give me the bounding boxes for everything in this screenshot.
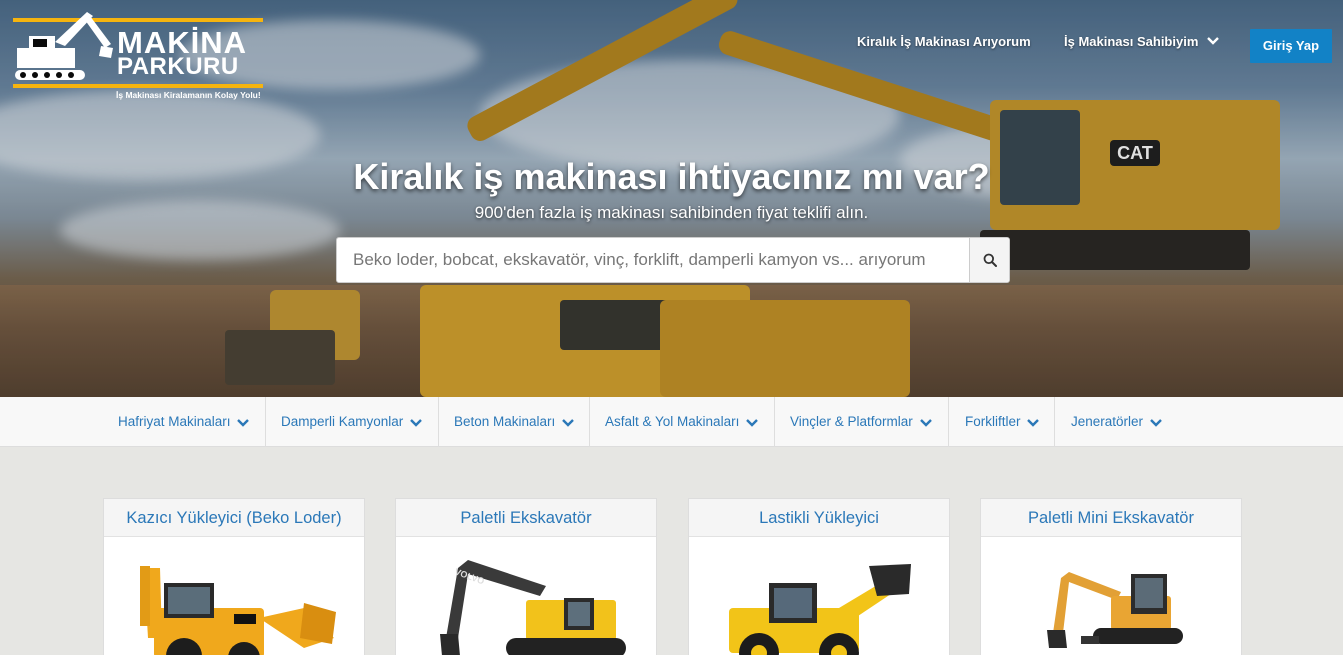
search-input[interactable] (337, 238, 969, 282)
logo-text-line2: PARKURU (117, 53, 239, 80)
chevron-down-icon (1207, 37, 1219, 45)
chevron-down-icon (1027, 419, 1040, 427)
brand-logo[interactable]: MAKİNA PARKURU İş Makinası Kiralamanın K… (13, 8, 265, 104)
category-label: Forkliftler (965, 414, 1021, 429)
category-damperli[interactable]: Damperli Kamyonlar (281, 397, 422, 447)
nav-link-looking-for-machine[interactable]: Kiralık İş Makinası Arıyorum (857, 34, 1031, 49)
hero-subtitle: 900'den fazla iş makinası sahibinden fiy… (474, 203, 869, 222)
machine-card-backhoe[interactable]: Kazıcı Yükleyici (Beko Loder) (103, 498, 365, 655)
category-hafriyat[interactable]: Hafriyat Makinaları (118, 397, 250, 447)
category-divider (265, 397, 266, 447)
category-label: Hafriyat Makinaları (118, 414, 231, 429)
search-bar (336, 237, 1010, 283)
category-label: Vinçler & Platformlar (790, 414, 913, 429)
backhoe-loader-image[interactable] (104, 538, 364, 655)
category-divider (589, 397, 590, 447)
chevron-down-icon (1149, 419, 1162, 427)
machine-card-wheel-loader[interactable]: Lastikli Yükleyici (688, 498, 950, 655)
category-divider (438, 397, 439, 447)
nav-link-machine-owner[interactable]: İş Makinası Sahibiyim (1064, 34, 1219, 49)
card-title[interactable]: Paletli Mini Ekskavatör (981, 499, 1241, 537)
category-nav: Hafriyat Makinaları Damperli Kamyonlar B… (0, 397, 1343, 447)
chevron-down-icon (919, 419, 932, 427)
category-jenerator[interactable]: Jeneratörler (1071, 397, 1162, 447)
category-divider (1054, 397, 1055, 447)
category-label: Beton Makinaları (454, 414, 556, 429)
card-title[interactable]: Kazıcı Yükleyici (Beko Loder) (104, 499, 364, 537)
login-button[interactable]: Giriş Yap (1250, 29, 1332, 63)
mini-excavator-image[interactable] (981, 538, 1241, 655)
excavator-logo-icon (15, 12, 113, 80)
nav-link-label: İş Makinası Sahibiyim (1064, 34, 1199, 49)
category-label: Damperli Kamyonlar (281, 414, 404, 429)
machine-card-mini-excavator[interactable]: Paletli Mini Ekskavatör (980, 498, 1242, 655)
nav-link-label: Kiralık İş Makinası Arıyorum (857, 34, 1031, 49)
wheel-loader-image[interactable] (689, 538, 949, 655)
chevron-down-icon (410, 419, 422, 427)
category-divider (948, 397, 949, 447)
machine-card-tracked-excavator[interactable]: Paletli Ekskavatör VOLVO (395, 498, 657, 655)
chevron-down-icon (237, 419, 250, 427)
chevron-down-icon (746, 419, 758, 427)
category-label: Asfalt & Yol Makinaları (605, 414, 740, 429)
hero-title: Kiralık iş makinası ihtiyacınız mı var? (353, 156, 990, 197)
search-button[interactable] (969, 238, 1009, 282)
category-label: Jeneratörler (1071, 414, 1144, 429)
category-asfalt[interactable]: Asfalt & Yol Makinaları (605, 397, 758, 447)
category-divider (774, 397, 775, 447)
category-vincler[interactable]: Vinçler & Platformlar (790, 397, 932, 447)
logo-tagline: İş Makinası Kiralamanın Kolay Yolu! (116, 90, 261, 100)
tracked-excavator-image[interactable]: VOLVO (396, 538, 656, 655)
category-forklift[interactable]: Forkliftler (965, 397, 1040, 447)
card-title[interactable]: Paletli Ekskavatör (396, 499, 656, 537)
chevron-down-icon (562, 419, 574, 427)
search-icon (983, 253, 997, 267)
logo-stripe-bottom (13, 84, 263, 88)
category-beton[interactable]: Beton Makinaları (454, 397, 574, 447)
card-title[interactable]: Lastikli Yükleyici (689, 499, 949, 537)
